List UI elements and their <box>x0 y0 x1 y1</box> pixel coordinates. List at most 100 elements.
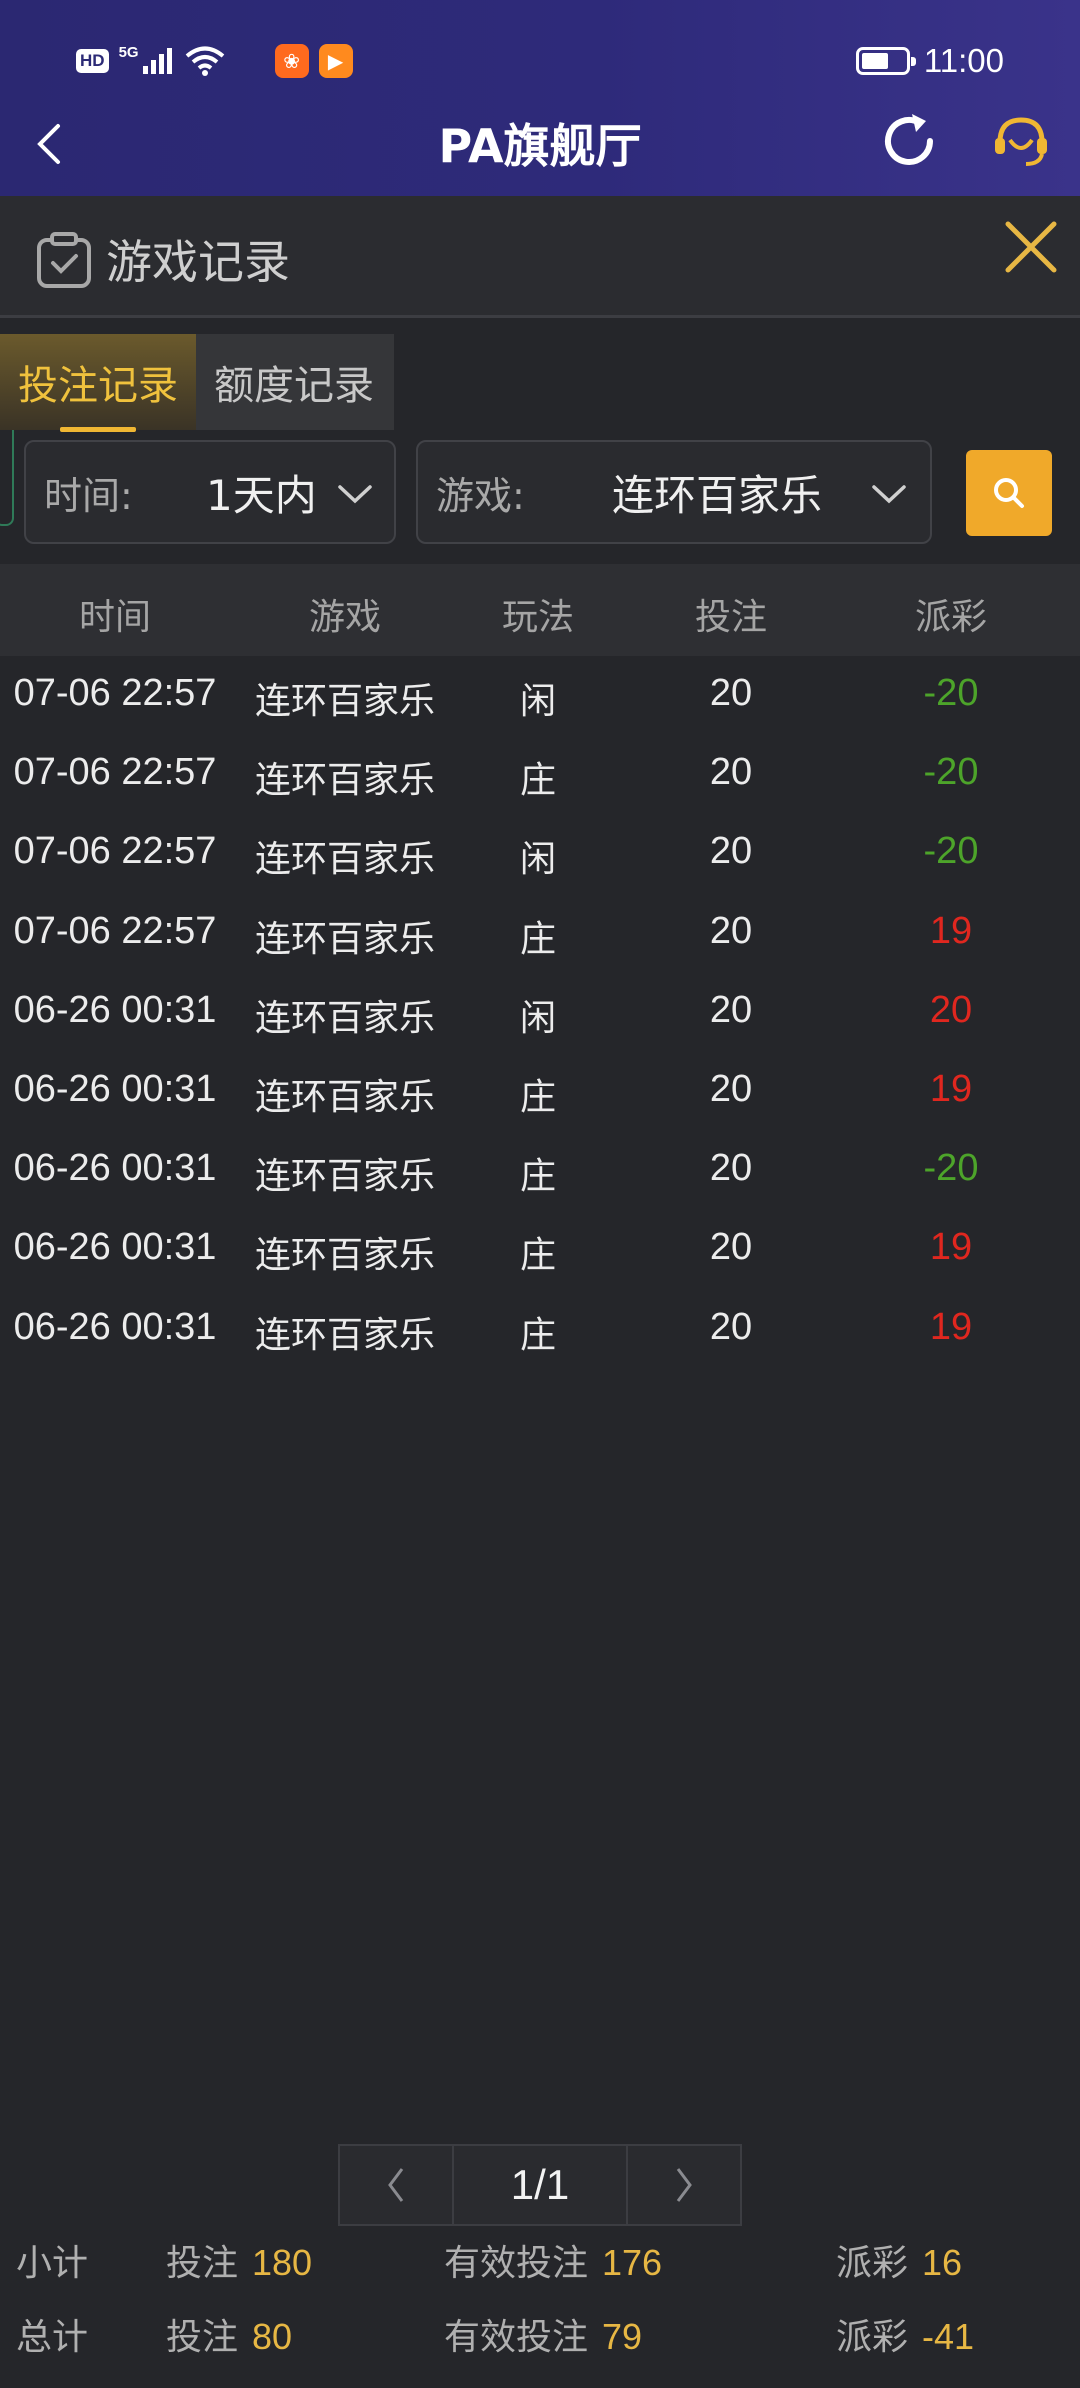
total-valid-bet: 有效投注 79 <box>444 2308 642 2360</box>
tab-label: 投注记录 <box>18 363 178 409</box>
cell-play: 庄 <box>519 918 556 960</box>
cell-time: 07-06 22:57 <box>13 672 217 714</box>
network-badge: 5G <box>118 44 139 61</box>
table-row[interactable]: 06-26 00:31 连环百家乐 庄 20 19 <box>0 1052 1080 1131</box>
game-filter-value: 连环百家乐 <box>612 470 823 520</box>
table-body: 07-06 22:57 连环百家乐 闲 20 -20 07-06 22:57 连… <box>0 656 1080 1369</box>
cell-game: 连环百家乐 <box>254 1156 435 1198</box>
cell-payout: -20 <box>923 830 979 873</box>
record-tabs: 投注记录 额度记录 <box>0 334 394 432</box>
chevron-right-icon <box>676 2168 692 2202</box>
cell-game: 连环百家乐 <box>254 1314 435 1356</box>
table-row[interactable]: 07-06 22:57 连环百家乐 庄 20 -20 <box>0 735 1080 814</box>
cell-bet: 20 <box>709 1226 753 1269</box>
battery-icon <box>855 47 916 75</box>
status-left: HD 5G ❀ ▶ <box>76 44 353 78</box>
tab-bet-records[interactable]: 投注记录 <box>0 334 196 432</box>
cell-time: 06-26 00:31 <box>13 988 217 1031</box>
table-header: 时间 游戏 玩法 投注 派彩 <box>0 564 1080 656</box>
cell-payout: -20 <box>923 1147 979 1190</box>
cell-bet: 20 <box>709 830 753 873</box>
pagination: 1/1 <box>338 2144 742 2226</box>
cell-time: 06-26 00:31 <box>13 1067 217 1110</box>
game-filter-select[interactable]: 游戏: 连环百家乐 <box>416 440 932 544</box>
cell-game: 连环百家乐 <box>254 918 435 960</box>
total-bet: 投注 80 <box>166 2308 292 2360</box>
cell-payout: -20 <box>923 672 979 714</box>
cell-game: 连环百家乐 <box>254 839 435 881</box>
cell-bet: 20 <box>709 1305 753 1348</box>
cell-play: 闲 <box>519 839 556 881</box>
cell-bet: 20 <box>709 1147 753 1190</box>
cell-time: 06-26 00:31 <box>13 1147 217 1190</box>
refresh-icon[interactable] <box>876 108 942 174</box>
customer-service-icon[interactable] <box>990 110 1052 172</box>
column-header-play: 玩法 <box>501 597 574 638</box>
chevron-down-icon <box>338 485 372 504</box>
cell-time: 07-06 22:57 <box>13 830 217 873</box>
next-page-button[interactable] <box>626 2144 742 2226</box>
valid-bet-label: 有效投注 <box>444 2243 589 2284</box>
subtotal-payout: 派彩 16 <box>836 2234 962 2286</box>
app-header: PA旗舰厅 <box>0 96 1080 196</box>
cell-time: 07-06 22:57 <box>13 909 217 952</box>
payout-value: -41 <box>922 2316 975 2357</box>
table-row[interactable]: 06-26 00:31 连环百家乐 庄 20 -20 <box>0 1131 1080 1210</box>
time-filter-label: 时间: <box>44 473 133 518</box>
prev-page-button[interactable] <box>338 2144 454 2226</box>
signal-icon <box>142 48 172 74</box>
subtotal-row: 小计 投注 180 有效投注 176 派彩 16 <box>0 2234 1080 2294</box>
bet-label: 投注 <box>166 2317 239 2358</box>
cell-play: 庄 <box>519 1156 556 1198</box>
valid-bet-value: 176 <box>602 2242 663 2283</box>
column-header-game: 游戏 <box>308 597 381 638</box>
video-app-icon: ▶ <box>318 44 353 78</box>
status-bar: HD 5G ❀ ▶ 11:00 <box>0 36 1080 92</box>
cell-game: 连环百家乐 <box>254 997 435 1039</box>
cell-bet: 20 <box>709 672 753 714</box>
cell-payout: 19 <box>929 1305 973 1348</box>
cell-time: 06-26 00:31 <box>13 1226 217 1269</box>
close-icon[interactable] <box>1000 216 1062 278</box>
bet-value: 180 <box>252 2242 313 2283</box>
payout-value: 16 <box>922 2242 963 2283</box>
record-clipboard-icon <box>37 232 91 288</box>
time-filter-select[interactable]: 时间: 1天内 <box>24 440 396 544</box>
payout-label: 派彩 <box>836 2243 909 2284</box>
game-filter-label: 游戏: <box>436 473 525 518</box>
hd-badge: HD <box>76 49 109 73</box>
cell-payout: -20 <box>923 751 979 794</box>
table-row[interactable]: 07-06 22:57 连环百家乐 庄 20 19 <box>0 894 1080 973</box>
chevron-left-icon <box>388 2168 404 2202</box>
clock: 11:00 <box>923 42 1004 79</box>
status-right: 11:00 <box>855 42 1004 80</box>
valid-bet-value: 79 <box>602 2316 643 2357</box>
column-header-time: 时间 <box>78 597 151 638</box>
cell-play: 庄 <box>519 1235 556 1277</box>
cell-game: 连环百家乐 <box>254 681 435 722</box>
subtotal-label: 小计 <box>16 2243 89 2284</box>
tab-credit-records[interactable]: 额度记录 <box>196 334 394 430</box>
table-row[interactable]: 07-06 22:57 连环百家乐 闲 20 -20 <box>0 656 1080 735</box>
cell-game: 连环百家乐 <box>254 760 435 802</box>
table-row[interactable]: 06-26 00:31 连环百家乐 庄 20 19 <box>0 1210 1080 1289</box>
total-label: 总计 <box>16 2317 89 2358</box>
valid-bet-label: 有效投注 <box>444 2317 589 2358</box>
cell-payout: 19 <box>929 1226 973 1269</box>
table-row[interactable]: 06-26 00:31 连环百家乐 闲 20 20 <box>0 973 1080 1052</box>
table-row[interactable]: 07-06 22:57 连环百家乐 闲 20 -20 <box>0 814 1080 893</box>
panel-header: 游戏记录 <box>0 196 1080 318</box>
search-button[interactable] <box>966 450 1052 536</box>
cell-play: 庄 <box>519 1314 556 1356</box>
page-indicator: 1/1 <box>454 2144 626 2226</box>
cell-payout: 19 <box>929 909 973 952</box>
tab-label: 额度记录 <box>214 363 374 409</box>
cell-bet: 20 <box>709 1067 753 1110</box>
subtotal-bet: 投注 180 <box>166 2234 312 2286</box>
cell-play: 闲 <box>519 681 556 722</box>
cell-play: 庄 <box>519 760 556 802</box>
payout-label: 派彩 <box>836 2317 909 2358</box>
bet-label: 投注 <box>166 2243 239 2284</box>
cell-time: 06-26 00:31 <box>13 1305 217 1348</box>
table-row[interactable]: 06-26 00:31 连环百家乐 庄 20 19 <box>0 1290 1080 1369</box>
